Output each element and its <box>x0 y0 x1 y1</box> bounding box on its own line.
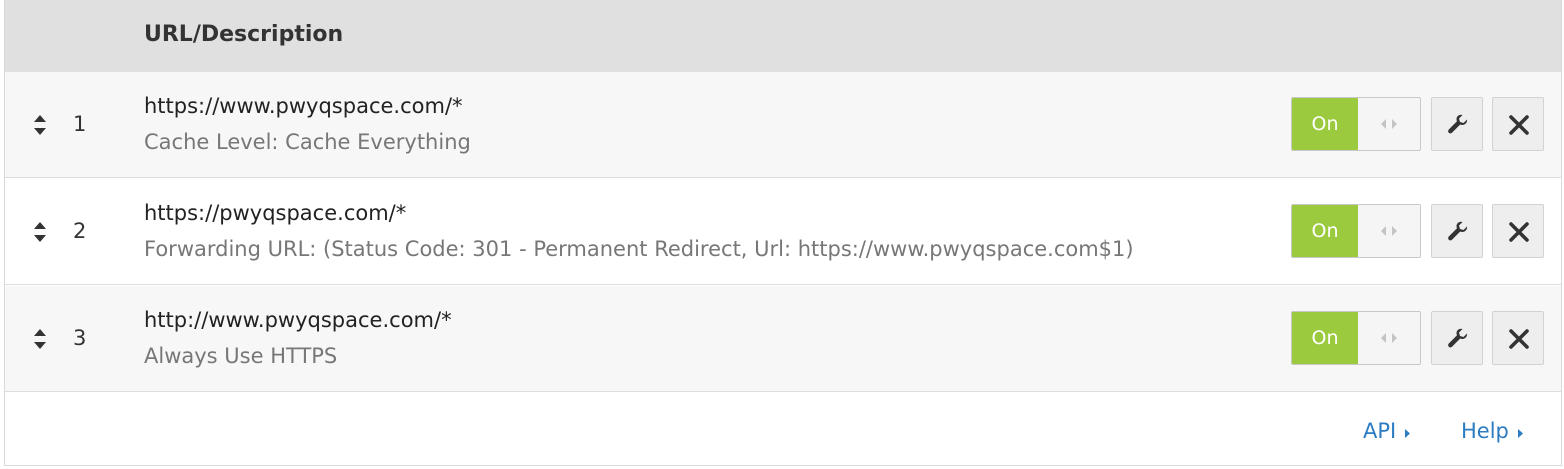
sort-icon[interactable] <box>33 221 47 243</box>
wrench-icon <box>1448 328 1468 348</box>
edit-rule-button[interactable] <box>1431 97 1483 151</box>
column-header-url-description: URL/Description <box>144 22 344 47</box>
api-link-label: API <box>1363 419 1397 443</box>
sort-icon[interactable] <box>33 114 47 136</box>
close-icon <box>1509 115 1529 135</box>
toggle-handle[interactable] <box>1358 205 1420 257</box>
rule-toggle[interactable]: On <box>1291 311 1421 365</box>
row-index: 2 <box>73 219 87 243</box>
toggle-handle[interactable] <box>1358 98 1420 150</box>
wrench-icon <box>1448 114 1468 134</box>
caret-right-icon <box>1404 419 1411 445</box>
table-header: URL/Description <box>5 0 1561 72</box>
close-icon <box>1509 329 1529 349</box>
caret-right-icon <box>1517 419 1524 445</box>
rule-description: Always Use HTTPS <box>144 344 338 368</box>
edit-rule-button[interactable] <box>1431 204 1483 258</box>
page-rules-panel: URL/Description 1 https://www.pwyqspace.… <box>4 0 1562 466</box>
sort-icon[interactable] <box>33 328 47 350</box>
api-link[interactable]: API <box>1363 418 1411 445</box>
rule-url: https://pwyqspace.com/* <box>144 201 407 225</box>
toggle-on-label: On <box>1292 312 1358 364</box>
edit-rule-button[interactable] <box>1431 311 1483 365</box>
drag-handle-icon <box>1381 226 1397 236</box>
help-link[interactable]: Help <box>1461 418 1524 445</box>
wrench-icon <box>1448 221 1468 241</box>
row-index: 3 <box>73 326 87 350</box>
rule-toggle[interactable]: On <box>1291 97 1421 151</box>
table-row: 3 http://www.pwyqspace.com/* Always Use … <box>5 286 1561 392</box>
table-row: 1 https://www.pwyqspace.com/* Cache Leve… <box>5 72 1561 178</box>
delete-rule-button[interactable] <box>1492 311 1544 365</box>
drag-handle-icon <box>1381 333 1397 343</box>
toggle-on-label: On <box>1292 98 1358 150</box>
row-index: 1 <box>73 112 87 136</box>
help-link-label: Help <box>1461 419 1509 443</box>
drag-handle-icon <box>1381 119 1397 129</box>
rule-description: Forwarding URL: (Status Code: 301 - Perm… <box>144 237 1134 261</box>
toggle-on-label: On <box>1292 205 1358 257</box>
delete-rule-button[interactable] <box>1492 204 1544 258</box>
rule-toggle[interactable]: On <box>1291 204 1421 258</box>
rule-description: Cache Level: Cache Everything <box>144 130 471 154</box>
rule-url: https://www.pwyqspace.com/* <box>144 94 463 118</box>
table-row: 2 https://pwyqspace.com/* Forwarding URL… <box>5 179 1561 285</box>
rule-url: http://www.pwyqspace.com/* <box>144 308 452 332</box>
toggle-handle[interactable] <box>1358 312 1420 364</box>
close-icon <box>1509 222 1529 242</box>
delete-rule-button[interactable] <box>1492 97 1544 151</box>
